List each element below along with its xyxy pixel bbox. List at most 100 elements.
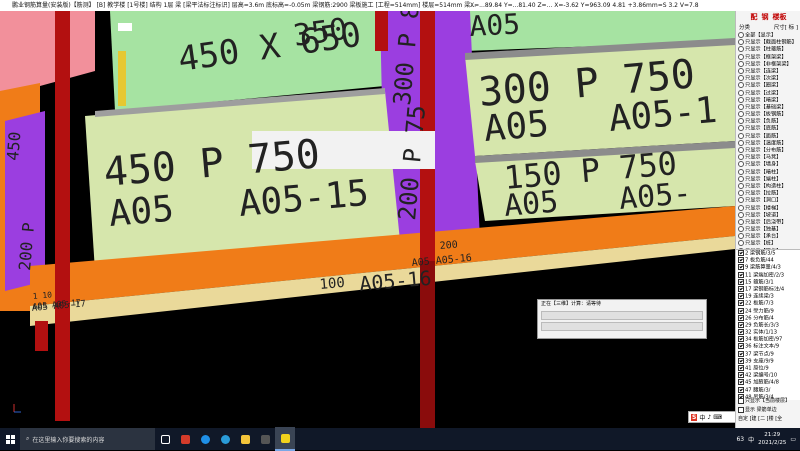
radio-icon[interactable] [738,233,744,240]
radio-icon[interactable] [738,204,744,211]
layer-item[interactable]: 37 梁节点/9 [736,350,800,358]
layer-item[interactable]: 24 受力筋/9 [736,307,800,315]
filter-item[interactable]: 只显示【拉筋】 [736,190,800,197]
filter-item[interactable]: 只显示【柱箍筋】 [736,46,800,53]
option-checkbox-2[interactable] [738,406,744,413]
radio-icon[interactable] [738,168,744,175]
notification-icon[interactable]: ▭ [790,436,796,443]
layer-checkbox[interactable] [738,336,744,343]
radio-icon[interactable] [738,46,744,53]
option-row-2[interactable]: 显示 梁筋单边 [736,406,800,415]
layer-checkbox[interactable] [738,293,744,300]
layer-item[interactable]: 42 梁编号/10 [736,372,800,379]
layer-item[interactable]: 17 梁钢筋标注/4 [736,285,800,293]
layer-item[interactable]: 11 梁端加密/2/3 [736,271,800,279]
filter-item[interactable]: 只显示【桩】 [736,240,800,247]
layer-checkbox[interactable] [738,386,744,393]
radio-icon[interactable] [738,139,744,146]
radio-icon[interactable] [738,226,744,233]
radio-icon[interactable] [738,118,744,125]
filter-item[interactable]: 只显示【面筋】 [736,132,800,140]
layer-checkbox[interactable] [738,343,744,350]
media-player-icon[interactable] [255,428,275,450]
layer-item[interactable]: 45 加腋筋/4/8 [736,379,800,386]
layer-checkbox[interactable] [738,321,744,328]
layer-item[interactable]: 2 梁钢筋/3/5 [736,250,800,257]
filter-item[interactable]: 只显示【马凳】 [736,154,800,161]
layer-item[interactable]: 15 箍筋/3/1 [736,278,800,286]
edge-icon[interactable] [195,428,215,450]
radio-icon[interactable] [738,32,744,38]
windows-start-button[interactable] [0,428,20,450]
layer-checkbox[interactable] [738,307,744,314]
radio-icon[interactable] [738,175,744,182]
radio-icon[interactable] [738,154,744,161]
filter-item[interactable]: 只显示【承台】 [736,233,800,240]
radio-icon[interactable] [738,53,744,60]
layer-checkbox[interactable] [738,264,744,271]
layer-item[interactable]: 34 板筋加密/97 [736,336,800,343]
filter-item[interactable]: 只显示【独基】 [736,226,800,233]
clock[interactable]: 21:29 2021/2/25 [758,431,786,447]
mic-icon[interactable]: ♪ [707,414,711,421]
filter-item[interactable]: 只显示【温度筋】 [736,139,800,147]
filter-item[interactable]: 只显示【楼梯】 [736,204,800,212]
radio-icon[interactable] [738,197,744,204]
radio-icon[interactable] [738,161,744,168]
layer-checkbox[interactable] [738,278,744,285]
layer-item[interactable]: 22 板筋/7/3 [736,300,800,307]
radio-icon[interactable] [738,67,744,74]
3d-viewport[interactable]: 450 X 650 350 450 P 750 A05 A05-15 300 P… [0,11,735,428]
file-explorer-icon[interactable] [235,428,255,450]
radio-icon[interactable] [738,132,744,139]
layer-item[interactable]: 26 分布筋/4 [736,314,800,322]
wps-icon[interactable] [175,428,195,450]
tab-2[interactable]: 楼板 [773,11,787,24]
filter-item[interactable]: 只显示【暗柱】 [736,168,800,176]
task-view-icon[interactable] [155,428,175,450]
filter-item[interactable]: 只显示【次梁】 [736,75,800,82]
radio-icon[interactable] [738,240,744,247]
radio-icon[interactable] [738,111,744,118]
filter-item[interactable]: 只显示【基础梁】 [736,103,800,111]
layer-item[interactable]: 47 腰筋/3/ [736,386,800,394]
combo-row[interactable]: 自定 [建 [二 [楼 [全 [736,415,800,424]
radio-icon[interactable] [738,39,744,46]
filter-item[interactable]: 只显示【坡道】 [736,211,800,219]
filter-item[interactable]: 只显示【分布筋】 [736,147,800,154]
radio-icon[interactable] [738,125,744,132]
taskbar-search-box[interactable]: ⌕ 在这里输入你要搜索的内容 [20,428,155,450]
layer-item[interactable]: 41 原位/9 [736,365,800,372]
filter-item[interactable]: 只显示【构造柱】 [736,182,800,190]
filter-item[interactable]: 只显示【过梁】 [736,89,800,97]
layer-item[interactable]: 39 支座/9/9 [736,357,800,365]
filter-item[interactable]: 只显示【洞口】 [736,197,800,204]
layer-item[interactable]: 36 标注文本/9 [736,343,800,350]
layer-checkbox[interactable] [738,357,744,364]
layer-item[interactable]: 32 实体/1/13 [736,329,800,336]
browser-icon[interactable] [215,428,235,450]
filter-item[interactable]: 只显示【暗梁】 [736,96,800,104]
option-row[interactable]: 只显示【当前楼层】 [736,397,800,406]
filter-item[interactable]: 只显示【板钢筋】 [736,111,800,118]
layer-checkbox[interactable] [738,365,744,371]
layer-item[interactable]: 9 梁筋算量/4/3 [736,264,800,271]
filter-item[interactable]: 只显示【框架梁】 [736,53,800,61]
filter-item[interactable]: 只显示【负筋】 [736,118,800,125]
filter-item[interactable]: 只显示【圈梁】 [736,82,800,89]
pengye-app-icon[interactable] [275,427,295,451]
radio-icon[interactable] [738,103,744,110]
layer-checkbox[interactable] [738,250,744,256]
filter-item[interactable]: 只显示【截面柱钢筋】 [736,39,800,46]
option-checkbox[interactable] [738,397,744,404]
filter-item[interactable]: 全部【显示】 [736,32,800,39]
layer-checkbox[interactable] [738,329,744,336]
layer-checkbox[interactable] [738,372,744,379]
layer-checkbox[interactable] [738,257,744,264]
radio-icon[interactable] [738,75,744,82]
keyboard-icon[interactable]: ⌨ [713,414,722,421]
filter-item[interactable]: 只显示【连梁】 [736,67,800,75]
tab-0[interactable]: 配 [751,11,758,24]
layer-item[interactable]: 29 负筋长/3/3 [736,321,800,329]
tray-lang[interactable]: 中 [748,435,754,444]
